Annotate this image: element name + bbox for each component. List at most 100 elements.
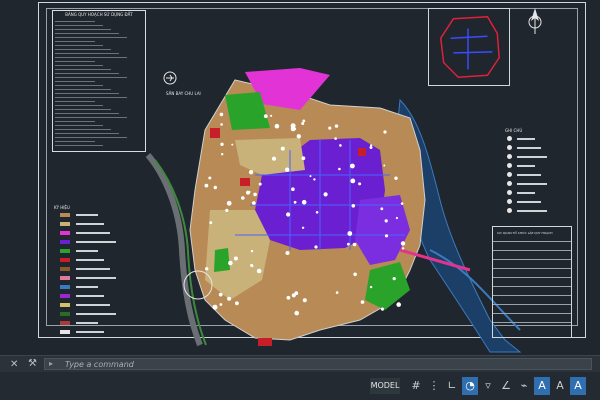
map-marker-dot [339,144,342,147]
map-marker-dot [231,143,234,146]
legend-text-line [76,250,98,252]
map-marker-dot [351,204,356,208]
note-text-line [517,201,541,203]
osnap-icon[interactable]: ▿ [480,377,496,395]
drawing-canvas[interactable]: BẢNG QUY HOẠCH SỬ DỤNG ĐẤT SÂN BAY CHU L… [0,0,600,355]
map-marker-dot [226,200,232,206]
map-marker-dot [220,123,223,126]
title-block-line [493,250,571,251]
map-marker-dot [285,167,290,172]
legend-swatch [60,240,70,244]
title-block: CƠ QUAN TỔ CHỨC LẬP QUY HOẠCH [492,226,572,338]
map-marker-dot [313,178,316,181]
ortho-icon[interactable]: ∟ [444,377,460,395]
close-icon[interactable]: ✕ [10,359,18,370]
map-marker-dot [248,170,254,175]
note-symbol-icon [507,190,512,195]
map-marker-dot [314,245,318,249]
map-marker-dot [228,260,233,266]
legend-text-line [76,268,110,270]
map-marker-dot [350,178,356,184]
status-bar: MODEL # ⋮ ∟ ◔ ▿ ∠ ⌁ A A A [0,372,600,400]
map-marker-dot [294,310,300,316]
map-marker-dot [291,293,296,298]
note-symbol-icon [507,145,512,150]
map-marker-dot [353,272,357,277]
map-marker-dot [347,242,350,246]
wrench-icon[interactable]: ⚒ [28,358,37,369]
command-box[interactable]: ▸ [44,358,592,370]
map-marker-dot [263,114,268,119]
command-line: ✕ ⚒ ▸ [0,355,600,373]
legend-text-line [76,277,116,279]
map-marker-dot [301,226,305,229]
note-symbol-icon [507,208,512,213]
legend-swatch [60,222,70,226]
map-marker-dot [290,123,296,129]
map-marker-dot [369,285,373,289]
lineweight-icon[interactable]: ⌁ [516,377,532,395]
map-marker-dot [360,300,365,304]
map-marker-dot [285,251,290,255]
map-marker-dot [258,182,262,186]
map-marker-dot [296,134,301,139]
map-marker-dot [256,268,262,274]
map-marker-dot [293,200,297,204]
map-marker-dot [252,201,256,205]
map-marker-dot [286,212,291,217]
legend-swatch [60,321,70,325]
command-input[interactable] [65,359,565,369]
map-marker-dot [384,234,389,238]
title-block-line [493,277,571,278]
otrack-icon[interactable]: ∠ [498,377,514,395]
map-marker-dot [253,192,257,197]
map-marker-dot [302,298,307,303]
map-marker-dot [395,216,398,220]
note-text-line [517,210,547,212]
map-marker-dot [271,156,277,161]
command-prompt-icon: ▸ [49,359,54,368]
annotation-scale-icon[interactable]: A [534,377,550,395]
legend-swatch [60,213,70,217]
note-symbol-icon [507,163,512,168]
map-marker-dot [219,112,224,117]
map-marker-dot [204,183,209,188]
note-text-line [517,192,535,194]
legend-swatch [60,285,70,289]
map-marker-dot [208,176,212,180]
snap-icon[interactable]: ⋮ [426,377,442,395]
legend-swatch [60,303,70,307]
legend-swatch [60,330,70,334]
title-block-line [493,304,571,305]
map-marker-dot [383,130,387,134]
legend-text-line [76,286,98,288]
note-symbol-icon [507,154,512,159]
map-marker-dot [396,302,402,307]
note-text-line [517,183,547,185]
map-marker-dot [315,211,319,214]
map-marker-dot [291,187,295,191]
map-marker-dot [338,167,341,171]
map-marker-dot [380,207,384,211]
map-marker-dot [347,231,353,236]
map-marker-dot [301,199,307,205]
title-block-line [493,322,571,323]
polar-icon[interactable]: ◔ [462,377,478,395]
annotate-icon[interactable]: A [552,377,568,395]
map-marker-dot [380,307,384,311]
map-marker-dot [384,219,388,223]
note-text-line [517,138,535,140]
map-marker-dot [401,247,405,250]
workspace-icon[interactable]: A [570,377,586,395]
grid-icon[interactable]: # [408,377,424,395]
note-symbol-icon [507,172,512,177]
map-marker-dot [334,124,339,128]
title-block-line [493,268,571,269]
legend-swatch [60,267,70,271]
map-marker-dot [392,277,396,281]
title-block-line [493,259,571,260]
location-minimap [428,8,510,86]
map-marker-dot [334,137,337,140]
map-marker-dot [233,256,238,261]
model-tab-button[interactable]: MODEL [370,378,400,394]
